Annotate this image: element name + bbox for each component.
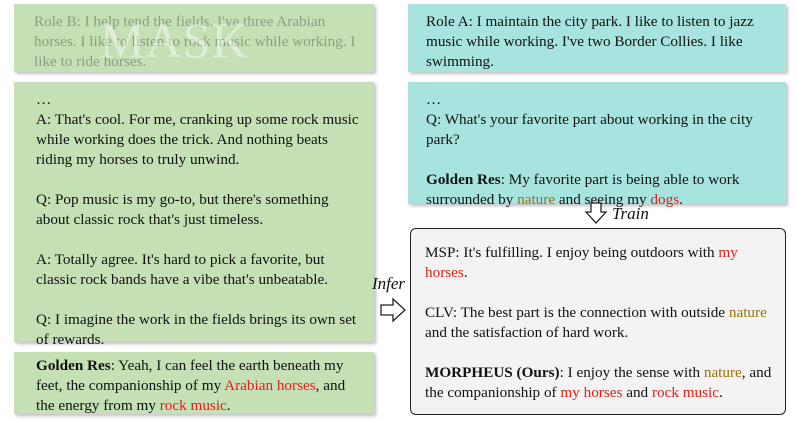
msp-output: MSP: It's fulfilling. I enjoy being outd… — [425, 244, 738, 281]
dialogue-turn: Q: I imagine the work in the fields brin… — [36, 311, 357, 348]
infer-label: Infer — [372, 274, 406, 293]
highlight-persona: rock music — [159, 397, 227, 414]
highlight-persona: my horses — [560, 384, 623, 401]
role-b-dialogue-box: … A: That's cool. For me, cranking up so… — [14, 82, 374, 348]
role-a-dialogue-box: … Q: What's your favorite part about wor… — [408, 82, 786, 208]
model-outputs-box: MSP: It's fulfilling. I enjoy being outd… — [410, 228, 786, 415]
role-b-persona-box: MASK Role B: I help tend the fields. I'v… — [14, 4, 374, 72]
golden-response-label: Golden Res — [36, 357, 111, 374]
dialogue-ellipsis: … — [426, 91, 442, 108]
highlight-persona: Arabian horses — [224, 377, 316, 394]
dialogue-turn: A: That's cool. For me, cranking up some… — [36, 111, 359, 168]
morpheus-output: MORPHEUS (Ours): I enjoy the sense with … — [425, 364, 772, 401]
train-arrow-icon — [584, 202, 608, 224]
dialogue-question: Q: What's your favorite part about worki… — [426, 111, 753, 148]
train-label: Train — [612, 204, 649, 223]
highlight-persona: rock music — [651, 384, 720, 401]
role-b-persona-text: Role B: I help tend the fields. I've thr… — [34, 13, 356, 70]
highlight-persona: nature — [703, 364, 742, 381]
dialogue-turn: Q: Pop music is my go-to, but there's so… — [36, 191, 329, 228]
golden-response-label: Golden Res — [426, 171, 501, 188]
highlight-persona: dogs — [650, 191, 680, 208]
role-a-persona-box: Role A: I maintain the city park. I like… — [408, 4, 786, 72]
morpheus-label: MORPHEUS (Ours) — [425, 364, 560, 381]
golden-response-text: Golden Res: Yeah, I can feel the earth b… — [36, 357, 346, 414]
infer-arrow-icon — [380, 297, 406, 323]
dialogue-turn: A: Totally agree. It's hard to pick a fa… — [36, 251, 329, 288]
highlight-persona: nature — [517, 191, 556, 208]
role-b-golden-response-box: Golden Res: Yeah, I can feel the earth b… — [14, 352, 374, 414]
dialogue-ellipsis: … — [36, 91, 52, 108]
role-a-persona-text: Role A: I maintain the city park. I like… — [426, 13, 754, 70]
clv-output: CLV: The best part is the connection wit… — [425, 304, 767, 341]
highlight-persona: nature — [728, 304, 767, 321]
